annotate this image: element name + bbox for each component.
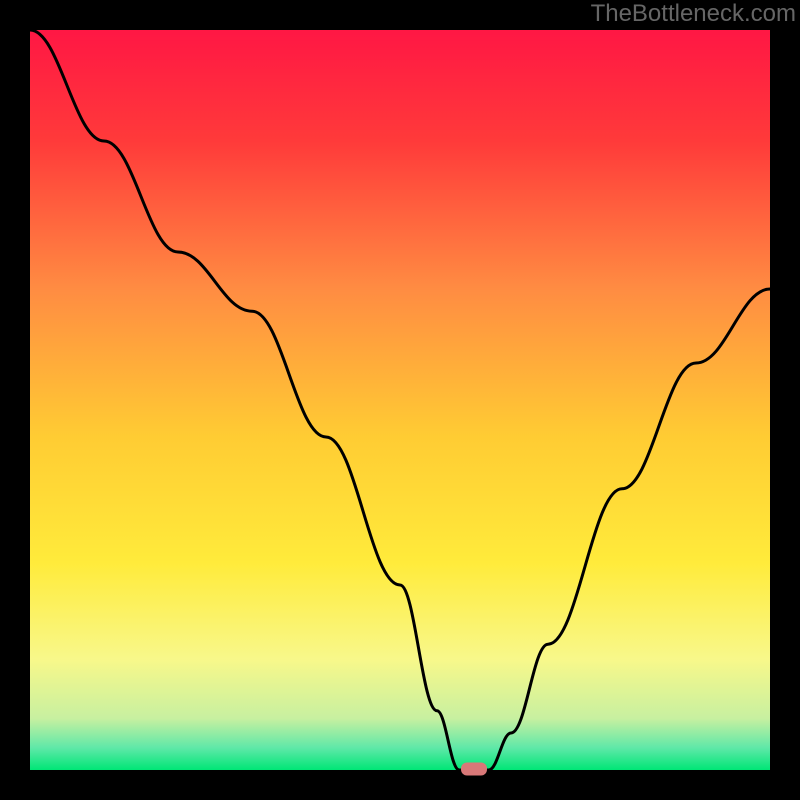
gradient-background (30, 30, 770, 770)
watermark-text: TheBottleneck.com (591, 0, 796, 28)
bottleneck-chart (0, 0, 800, 800)
chart-container: TheBottleneck.com (0, 0, 800, 800)
optimal-marker (461, 763, 487, 776)
